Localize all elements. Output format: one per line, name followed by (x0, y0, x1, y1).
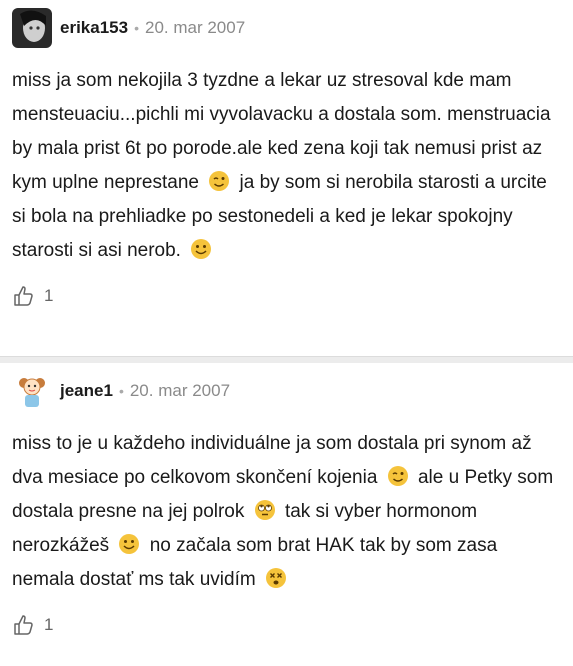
thumbs-up-icon[interactable] (12, 613, 36, 637)
username[interactable]: jeane1 (60, 381, 113, 401)
smile-emoji-icon (119, 534, 140, 554)
like-count: 1 (44, 286, 54, 305)
eye-roll-emoji-icon (254, 500, 275, 520)
post-date: 20. mar 2007 (144, 18, 246, 37)
wink-emoji-icon (387, 466, 408, 486)
user-avatar[interactable] (12, 371, 52, 411)
comment-text: miss to je u každeho individuálne ja som… (12, 427, 561, 597)
smile-emoji-icon (191, 239, 212, 259)
like-row: 1 (12, 613, 561, 637)
dizzy-emoji-icon (265, 568, 286, 588)
post-date: 20. mar 2007 (129, 381, 231, 400)
user-avatar[interactable] (12, 8, 52, 48)
username[interactable]: erika153 (60, 18, 128, 38)
like-row: 1 (12, 284, 561, 308)
comment-header: jeane1 • 20. mar 2007 (12, 363, 561, 419)
like-count: 1 (44, 615, 54, 634)
comment-text: miss ja som nekojila 3 tyzdne a lekar uz… (12, 64, 561, 268)
wink-emoji-icon (209, 171, 230, 191)
thumbs-up-icon[interactable] (12, 284, 36, 308)
comment-1: erika153 • 20. mar 2007 miss ja som neko… (0, 0, 573, 356)
dot-separator: • (118, 383, 124, 399)
comment-divider (0, 356, 573, 363)
dot-separator: • (134, 20, 139, 36)
comment-2: jeane1 • 20. mar 2007 miss to je u každe… (0, 363, 573, 665)
comment-header: erika153 • 20. mar 2007 (12, 0, 561, 56)
